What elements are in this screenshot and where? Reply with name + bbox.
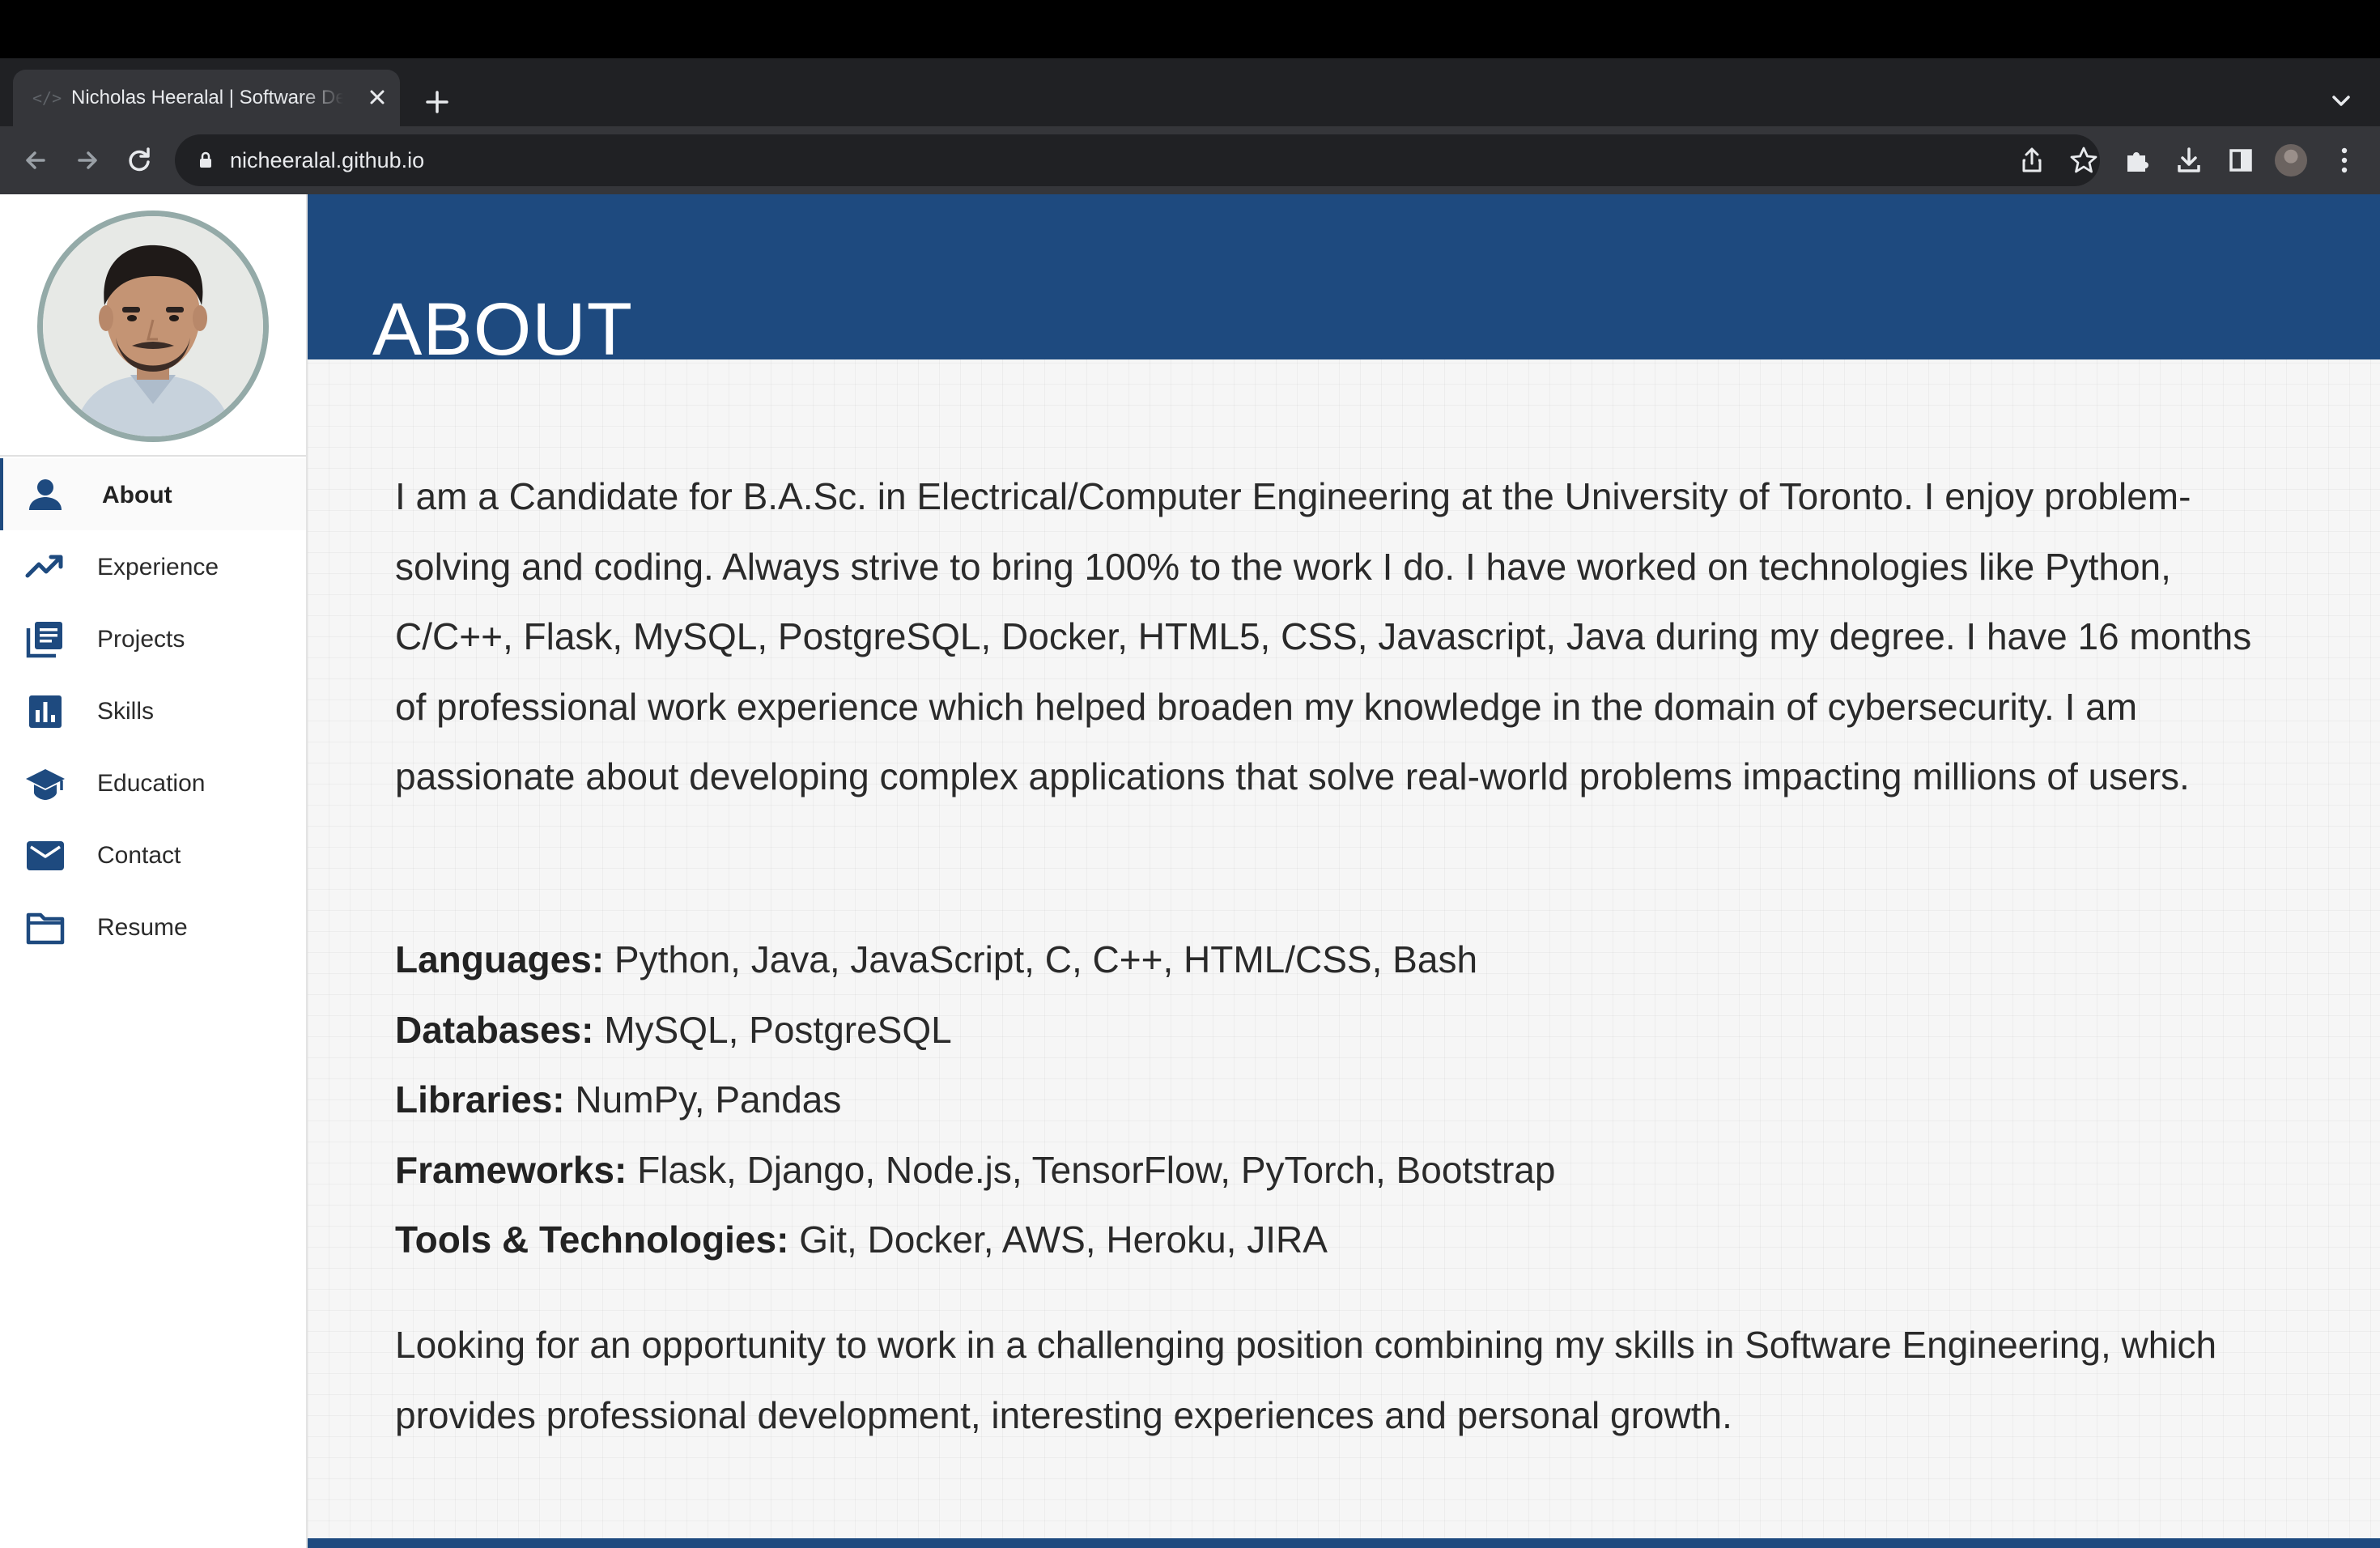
share-icon[interactable]	[2014, 142, 2050, 178]
skill-label: Databases:	[395, 1008, 594, 1051]
mail-icon	[27, 841, 64, 870]
download-icon[interactable]	[2170, 141, 2208, 180]
skill-label: Libraries:	[395, 1078, 565, 1121]
trending-up-icon	[25, 555, 63, 578]
sidebar-item-projects[interactable]: Projects	[0, 602, 306, 674]
reload-icon[interactable]	[120, 141, 159, 180]
lock-icon[interactable]	[194, 149, 217, 172]
sidebar-item-skills[interactable]: Skills	[0, 674, 306, 746]
sidebar-item-contact[interactable]: Contact	[0, 819, 306, 891]
address-bar[interactable]: nicheeralal.github.io	[175, 134, 2100, 186]
sidebar-item-resume[interactable]: Resume	[0, 891, 306, 963]
sidebar-divider	[0, 455, 306, 457]
sidebar-item-label: About	[102, 482, 172, 508]
sidebar: About Experience Projects Skills Educati…	[0, 194, 308, 1548]
browser-tab[interactable]: </> Nicholas Heeralal | Software Develop…	[13, 70, 400, 126]
skill-row-languages: Languages: Python, Java, JavaScript, C, …	[395, 925, 2257, 995]
skill-value: Flask, Django, Node.js, TensorFlow, PyTo…	[627, 1148, 1556, 1191]
web-page: About Experience Projects Skills Educati…	[0, 194, 2380, 1548]
skill-row-tools: Tools & Technologies: Git, Docker, AWS, …	[395, 1205, 2257, 1275]
side-panel-icon[interactable]	[2221, 141, 2260, 180]
about-intro-text: I am a Candidate for B.A.Sc. in Electric…	[395, 475, 2252, 797]
profile-photo	[37, 211, 269, 442]
skill-row-databases: Databases: MySQL, PostgreSQL	[395, 995, 2257, 1065]
skill-row-frameworks: Frameworks: Flask, Django, Node.js, Tens…	[395, 1135, 2257, 1206]
skill-label: Languages:	[395, 938, 605, 980]
more-menu-icon[interactable]	[2325, 141, 2364, 180]
person-icon	[29, 479, 62, 510]
about-outro-text: Looking for an opportunity to work in a …	[395, 1324, 2217, 1436]
tab-search-chevron-icon[interactable]	[2323, 83, 2359, 118]
new-tab-icon[interactable]	[418, 83, 457, 121]
bar-chart-icon	[29, 695, 62, 728]
skills-list: Languages: Python, Java, JavaScript, C, …	[395, 925, 2257, 1275]
school-icon	[26, 769, 65, 800]
skill-value: Git, Docker, AWS, Heroku, JIRA	[788, 1218, 1328, 1261]
sidebar-item-label: Projects	[97, 626, 185, 653]
sidebar-item-about[interactable]: About	[0, 458, 306, 530]
sidebar-item-education[interactable]: Education	[0, 746, 306, 819]
skill-label: Tools & Technologies:	[395, 1218, 789, 1261]
sidebar-item-label: Skills	[97, 698, 155, 725]
skill-row-libraries: Libraries: NumPy, Pandas	[395, 1065, 2257, 1135]
code-favicon-icon: </>	[32, 88, 62, 108]
sidebar-item-experience[interactable]: Experience	[0, 530, 306, 602]
profile-avatar-icon[interactable]	[2275, 144, 2307, 176]
forward-arrow-icon[interactable]	[68, 141, 107, 180]
sidebar-item-label: Education	[97, 770, 206, 797]
url-text: nicheeralal.github.io	[230, 148, 425, 172]
tab-title: Nicholas Heeralal | Software Developer	[71, 87, 343, 108]
folder-icon	[26, 912, 65, 945]
sidebar-item-label: Experience	[97, 554, 219, 580]
sidebar-item-label: Resume	[97, 914, 188, 941]
main-content: ABOUT I am a Candidate for B.A.Sc. in El…	[308, 194, 2380, 1548]
skill-label: Frameworks:	[395, 1148, 627, 1191]
library-books-icon	[26, 622, 62, 658]
bookmark-star-icon[interactable]	[2066, 142, 2102, 178]
sidebar-nav: About Experience Projects Skills Educati…	[0, 458, 306, 963]
back-arrow-icon[interactable]	[16, 141, 55, 180]
page-title: ABOUT	[372, 287, 633, 371]
close-tab-icon[interactable]	[363, 83, 392, 112]
next-section-header-edge	[308, 1538, 2380, 1548]
sidebar-item-label: Contact	[97, 842, 181, 869]
tab-strip: </> Nicholas Heeralal | Software Develop…	[0, 58, 2380, 126]
skill-value: NumPy, Pandas	[564, 1078, 842, 1121]
browser-toolbar: nicheeralal.github.io	[0, 126, 2380, 194]
skill-value: Python, Java, JavaScript, C, C++, HTML/C…	[604, 938, 1478, 980]
screen-top-bar	[0, 0, 2380, 58]
extensions-puzzle-icon[interactable]	[2118, 141, 2157, 180]
skill-value: MySQL, PostgreSQL	[593, 1008, 952, 1051]
page-header: ABOUT	[308, 194, 2380, 371]
